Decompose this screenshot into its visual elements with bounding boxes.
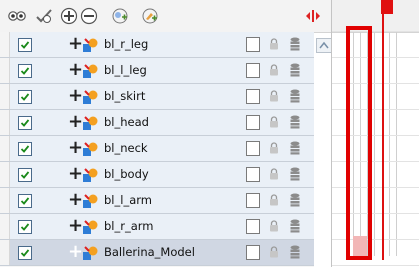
layer-row[interactable]: + bl_head [0,110,314,136]
frame-column-line [396,32,397,256]
drawing-layer-icon [83,168,98,182]
layer-row[interactable]: + bl_l_leg [0,58,314,84]
layer-visibility-checkbox[interactable] [18,220,32,234]
layer-visibility-checkbox[interactable] [18,64,32,78]
layer-row-gutter [0,214,10,239]
layer-visibility-checkbox[interactable] [18,246,32,260]
database-icon[interactable] [290,37,300,51]
lock-icon[interactable] [269,38,279,50]
layer-color-swatch[interactable] [246,89,260,104]
layer-row[interactable]: + bl_r_arm [0,214,314,240]
add-layer-icon[interactable] [58,6,80,26]
layer-row-gutter [0,162,10,187]
expand-icon[interactable]: + [68,217,83,235]
drawing-layer-icon [83,194,98,208]
lock-icon[interactable] [269,194,279,206]
expand-icon[interactable]: + [68,35,83,53]
expand-icon[interactable]: + [68,61,83,79]
drawing-layer-icon [83,64,98,78]
layer-visibility-checkbox[interactable] [18,38,32,52]
lock-icon[interactable] [269,142,279,154]
layer-row[interactable]: + Ballerina_Model [0,240,314,266]
drawing-layer-icon [83,246,98,260]
expand-icon[interactable]: + [68,191,83,209]
playhead-handle[interactable] [381,0,393,14]
layer-visibility-checkbox[interactable] [18,168,32,182]
database-icon[interactable] [290,167,300,181]
database-icon[interactable] [290,63,300,77]
layer-row-gutter [0,84,10,109]
database-icon[interactable] [290,141,300,155]
layer-row-gutter [0,110,10,135]
layer-visibility-checkbox[interactable] [18,142,32,156]
database-icon[interactable] [290,219,300,233]
layer-color-swatch[interactable] [246,141,260,156]
layer-color-swatch[interactable] [246,245,260,260]
highlight-annotation [346,26,372,260]
expand-icon[interactable]: + [68,113,83,131]
layer-name[interactable]: Ballerina_Model [104,240,195,265]
layer-color-swatch[interactable] [246,37,260,52]
layer-row[interactable]: + bl_l_arm [0,188,314,214]
lock-icon[interactable] [269,220,279,232]
layer-visibility-checkbox[interactable] [18,194,32,208]
frame-column-line [389,32,390,256]
layer-color-swatch[interactable] [246,219,260,234]
layer-color-swatch[interactable] [246,193,260,208]
layer-row[interactable]: + bl_skirt [0,84,314,110]
drawing-layer-icon [83,220,98,234]
layer-name[interactable]: bl_l_leg [104,58,147,83]
lock-icon[interactable] [269,90,279,102]
drawing-layer-icon [83,38,98,52]
layer-row[interactable]: + bl_neck [0,136,314,162]
expand-icon[interactable]: + [68,139,83,157]
remove-layer-icon[interactable] [78,6,100,26]
expand-icon[interactable]: + [68,165,83,183]
drawing-layer-icon [83,142,98,156]
enable-all-icon[interactable] [33,6,55,26]
layer-color-swatch[interactable] [246,63,260,78]
layer-name[interactable]: bl_r_arm [104,214,154,239]
layer-name[interactable]: bl_head [104,110,149,135]
drawing-layer-icon [83,90,98,104]
playhead[interactable] [382,10,384,260]
database-icon[interactable] [290,193,300,207]
frame-column-line [374,32,375,256]
layer-list: + bl_r_leg + bl_l_leg + bl_skirt + bl_head + bl_n… [0,32,314,267]
expand-icon[interactable]: + [68,87,83,105]
lock-icon[interactable] [269,168,279,180]
frame-row-line [332,265,419,266]
layer-row-gutter [0,136,10,161]
timeline-zoom-icon[interactable] [302,6,324,26]
layer-name[interactable]: bl_body [104,162,149,187]
add-drawing-icon[interactable] [139,6,161,26]
layer-row-gutter [0,32,10,57]
layer-visibility-checkbox[interactable] [18,116,32,130]
layer-visibility-checkbox[interactable] [18,90,32,104]
layer-name[interactable]: bl_l_arm [104,188,152,213]
layer-name[interactable]: bl_skirt [104,84,145,109]
layer-row[interactable]: + bl_body [0,162,314,188]
expand-icon[interactable]: + [68,243,83,261]
add-peg-icon[interactable] [109,6,131,26]
layer-row-gutter [0,188,10,213]
lock-icon[interactable] [269,116,279,128]
layer-name[interactable]: bl_neck [104,136,148,161]
layer-color-swatch[interactable] [246,167,260,182]
show-all-icon[interactable] [6,6,28,26]
layer-row[interactable]: + bl_r_leg [0,32,314,58]
database-icon[interactable] [290,115,300,129]
layer-row-gutter [0,58,10,83]
lock-icon[interactable] [269,246,279,258]
drawing-layer-icon [83,116,98,130]
layer-name[interactable]: bl_r_leg [104,32,148,57]
lock-icon[interactable] [269,64,279,76]
layer-color-swatch[interactable] [246,115,260,130]
database-icon[interactable] [290,245,300,259]
layer-row-gutter [0,240,10,265]
database-icon[interactable] [290,89,300,103]
scroll-up-button[interactable] [316,38,332,53]
